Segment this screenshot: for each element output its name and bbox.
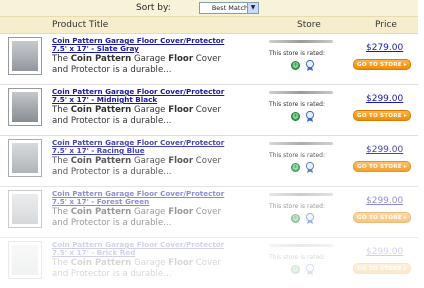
product-description: The Coin Pattern Garage Floor Cover and … (52, 207, 221, 228)
product-description: The Coin Pattern Garage Floor Cover and … (52, 54, 221, 75)
column-product-title: Product Title (52, 20, 109, 30)
list-item: Coin Pattern Garage Floor Cover/Protecto… (0, 187, 418, 238)
product-description: The Coin Pattern Garage Floor Cover and … (52, 156, 221, 177)
medal-icon (305, 111, 315, 122)
product-title-link[interactable]: Coin Pattern Garage Floor Cover/Protecto… (52, 190, 232, 206)
rating-icons: ☺ (291, 162, 321, 174)
price-link[interactable]: $299.00 (366, 145, 403, 155)
product-thumbnail[interactable] (8, 139, 42, 177)
column-header: Product Title Store Price (0, 16, 418, 34)
column-store: Store (297, 20, 321, 30)
smile-icon: ☺ (291, 61, 300, 70)
chevron-down-icon[interactable]: ▼ (247, 3, 258, 13)
list-item: Coin Pattern Garage Floor Cover/Protecto… (0, 34, 418, 85)
price-link[interactable]: $299.00 (366, 196, 403, 206)
product-title-link[interactable]: Coin Pattern Garage Floor Cover/Protecto… (52, 241, 232, 257)
smile-icon: ☺ (291, 214, 300, 223)
medal-icon (305, 60, 315, 71)
store-name-blurred (269, 193, 333, 196)
sort-selected-value: Best Match (211, 4, 249, 12)
store-name-blurred (269, 91, 333, 94)
go-to-store-button[interactable]: GO TO STORE ▸ (353, 263, 411, 274)
go-to-store-button[interactable]: GO TO STORE ▸ (353, 59, 411, 70)
store-rating-label: This store is rated: (269, 50, 325, 57)
list-item: Coin Pattern Garage Floor Cover/Protecto… (0, 238, 418, 288)
price-link[interactable]: $299.00 (366, 94, 403, 104)
product-title-link[interactable]: Coin Pattern Garage Floor Cover/Protecto… (52, 88, 232, 104)
product-title-link[interactable]: Coin Pattern Garage Floor Cover/Protecto… (52, 139, 232, 155)
rating-icons: ☺ (291, 111, 321, 123)
store-rating-label: This store is rated: (269, 101, 325, 108)
product-title-link[interactable]: Coin Pattern Garage Floor Cover/Protecto… (52, 37, 232, 53)
medal-icon (305, 213, 315, 224)
list-item: Coin Pattern Garage Floor Cover/Protecto… (0, 136, 418, 187)
go-to-store-button[interactable]: GO TO STORE ▸ (353, 110, 411, 121)
medal-icon (305, 162, 315, 173)
product-thumbnail[interactable] (8, 37, 42, 75)
product-thumbnail[interactable] (8, 88, 42, 126)
list-item: Coin Pattern Garage Floor Cover/Protecto… (0, 85, 418, 136)
product-description: The Coin Pattern Garage Floor Cover and … (52, 258, 221, 279)
store-name-blurred (269, 40, 333, 43)
smile-icon: ☺ (291, 112, 300, 121)
store-rating-label: This store is rated: (269, 254, 325, 261)
sort-label: Sort by: (136, 3, 171, 13)
medal-icon (305, 264, 315, 275)
price-link[interactable]: $279.00 (366, 43, 403, 53)
go-to-store-button[interactable]: GO TO STORE ▸ (353, 212, 411, 223)
sort-bar: Sort by: Best Match ▼ (0, 0, 418, 16)
store-name-blurred (269, 244, 333, 247)
store-rating-label: This store is rated: (269, 152, 325, 159)
price-link[interactable]: $299.00 (366, 247, 403, 257)
product-description: The Coin Pattern Garage Floor Cover and … (52, 105, 221, 126)
smile-icon: ☺ (291, 163, 300, 172)
column-price: Price (375, 20, 397, 30)
go-to-store-button[interactable]: GO TO STORE ▸ (353, 161, 411, 172)
rating-icons: ☺ (291, 264, 321, 276)
sort-select[interactable]: Best Match ▼ (199, 2, 259, 14)
rating-icons: ☺ (291, 60, 321, 72)
smile-icon: ☺ (291, 265, 300, 274)
product-thumbnail[interactable] (8, 241, 42, 279)
store-name-blurred (269, 142, 333, 145)
rating-icons: ☺ (291, 213, 321, 225)
store-rating-label: This store is rated: (269, 203, 325, 210)
product-thumbnail[interactable] (8, 190, 42, 228)
